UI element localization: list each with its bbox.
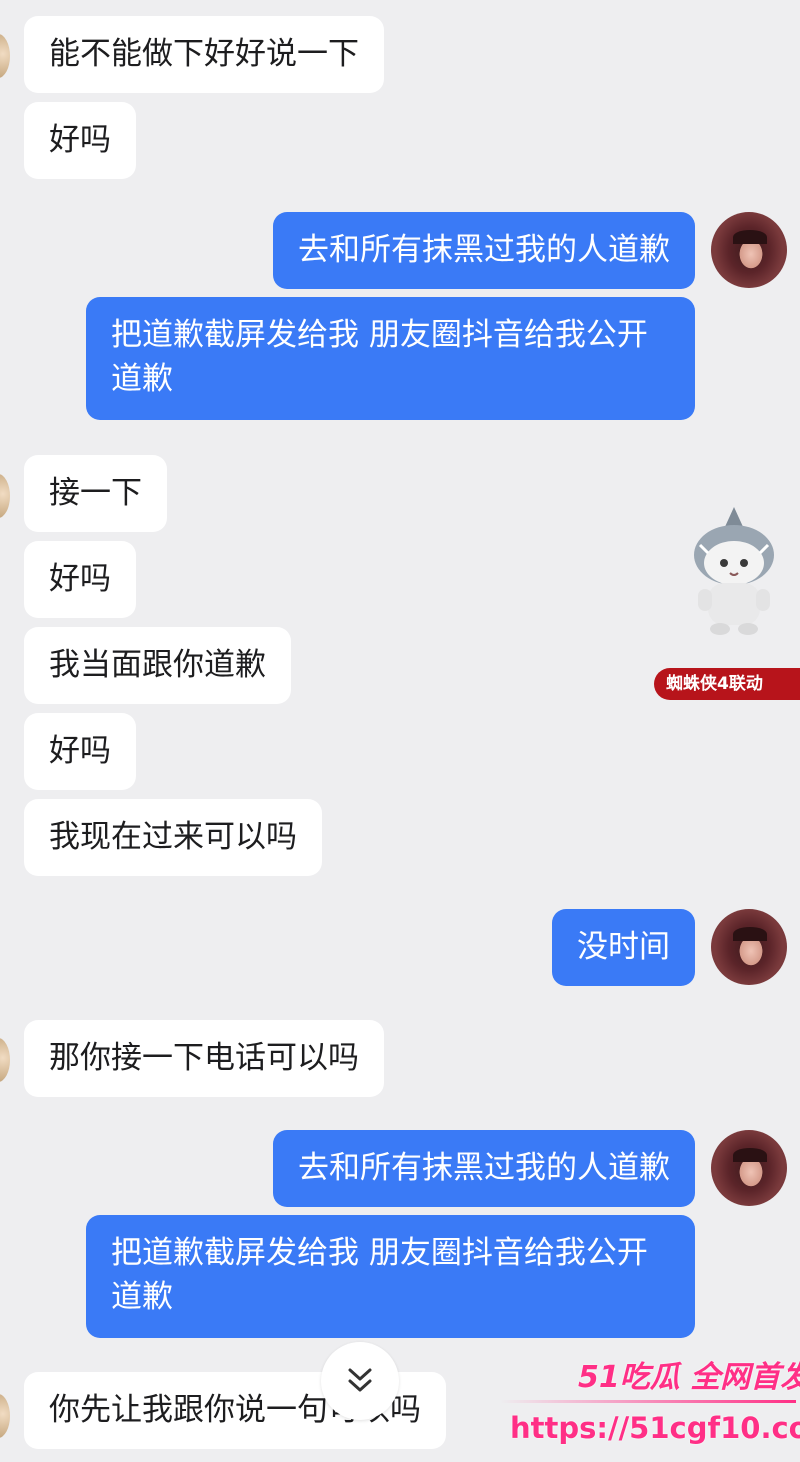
message-text: 去和所有抹黑过我的人道歉 (298, 1150, 670, 1186)
peer-avatar[interactable] (0, 1394, 10, 1438)
message-text: 好吗 (49, 561, 111, 597)
message-text: 接一下 (49, 475, 142, 511)
event-tag-label: 蜘蛛侠4联动 (666, 674, 763, 694)
watermark-url: https://51cgf10.com (510, 1411, 800, 1445)
scroll-to-bottom-button[interactable] (321, 1342, 399, 1420)
message-incoming[interactable]: 那你接一下电话可以吗 (24, 1020, 384, 1097)
message-text: 把道歉截屏发给我 朋友圈抖音给我公开道歉 (111, 317, 648, 397)
message-incoming[interactable]: 我现在过来可以吗 (24, 799, 322, 876)
message-incoming[interactable]: 好吗 (24, 713, 136, 790)
event-tag[interactable]: 蜘蛛侠4联动 (654, 668, 800, 700)
watermark-title: 51吃瓜 全网首发 (578, 1360, 800, 1395)
message-text: 能不能做下好好说一下 (49, 36, 359, 72)
message-incoming[interactable]: 我当面跟你道歉 (24, 627, 291, 704)
message-outgoing[interactable]: 把道歉截屏发给我 朋友圈抖音给我公开道歉 (86, 1215, 695, 1338)
peer-avatar[interactable] (0, 474, 10, 518)
shark-hood-cat-sticker-icon[interactable] (686, 505, 782, 645)
self-avatar[interactable] (711, 909, 787, 985)
self-avatar[interactable] (711, 1130, 787, 1206)
message-incoming[interactable]: 好吗 (24, 541, 136, 618)
message-text: 我现在过来可以吗 (49, 819, 297, 855)
message-text: 把道歉截屏发给我 朋友圈抖音给我公开道歉 (111, 1235, 648, 1315)
peer-avatar[interactable] (0, 34, 10, 78)
message-outgoing[interactable]: 去和所有抹黑过我的人道歉 (273, 1130, 695, 1207)
message-outgoing[interactable]: 没时间 (552, 909, 695, 986)
watermark-divider (500, 1400, 796, 1403)
message-text: 好吗 (49, 122, 111, 158)
message-outgoing[interactable]: 去和所有抹黑过我的人道歉 (273, 212, 695, 289)
self-avatar[interactable] (711, 212, 787, 288)
peer-avatar[interactable] (0, 1038, 10, 1082)
message-text: 去和所有抹黑过我的人道歉 (298, 232, 670, 268)
message-incoming[interactable]: 能不能做下好好说一下 (24, 16, 384, 93)
message-outgoing[interactable]: 把道歉截屏发给我 朋友圈抖音给我公开道歉 (86, 297, 695, 420)
message-incoming[interactable]: 接一下 (24, 455, 167, 532)
message-text: 没时间 (577, 929, 670, 965)
message-incoming[interactable]: 好吗 (24, 102, 136, 179)
message-text: 好吗 (49, 733, 111, 769)
message-text: 我当面跟你道歉 (49, 647, 266, 683)
message-text: 那你接一下电话可以吗 (49, 1040, 359, 1076)
